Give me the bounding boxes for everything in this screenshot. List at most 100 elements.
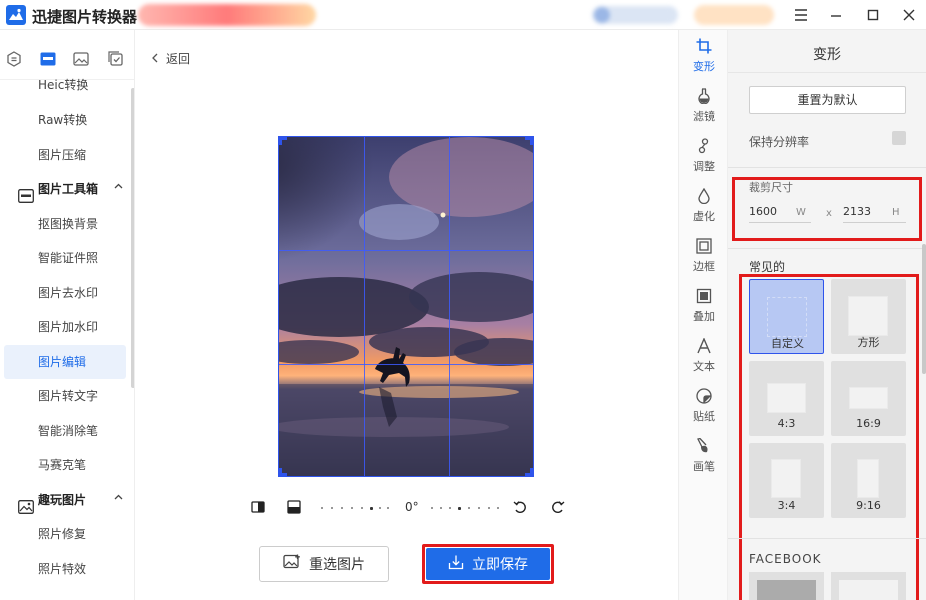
download-icon bbox=[448, 554, 464, 574]
crop-grid-line bbox=[449, 137, 450, 476]
reselect-image-button[interactable]: 重选图片 bbox=[259, 546, 389, 582]
tool-blur[interactable]: 虚化 bbox=[679, 187, 729, 232]
keep-resolution-checkbox[interactable] bbox=[892, 131, 906, 145]
crop-width-input[interactable]: 1600 bbox=[749, 205, 777, 218]
reset-default-button[interactable]: 重置为默认 bbox=[749, 86, 906, 114]
tool-brush[interactable]: 画笔 bbox=[679, 437, 729, 482]
sidebar-item-remove-watermark[interactable]: 图片去水印 bbox=[4, 276, 126, 310]
crop-grid-line bbox=[364, 137, 365, 476]
preset-custom[interactable]: 自定义 bbox=[749, 279, 824, 354]
convert-tab-icon[interactable] bbox=[6, 51, 22, 67]
sidebar-item-ocr[interactable]: 图片转文字 bbox=[4, 379, 126, 413]
preset-3-4[interactable]: 3:4 bbox=[749, 443, 824, 518]
image-tab-icon[interactable] bbox=[73, 51, 89, 67]
preset-9-16[interactable]: 9:16 bbox=[831, 443, 906, 518]
batch-tab-icon[interactable] bbox=[108, 51, 124, 67]
filter-flask-icon bbox=[696, 88, 712, 105]
chevron-up-icon bbox=[114, 483, 123, 517]
crop-canvas[interactable] bbox=[278, 136, 534, 477]
photo-image bbox=[279, 137, 533, 476]
save-label: 立即保存 bbox=[472, 557, 528, 573]
tool-sticker[interactable]: 贴纸 bbox=[679, 388, 729, 432]
brush-icon bbox=[696, 437, 712, 454]
save-now-button[interactable]: 立即保存 bbox=[426, 548, 550, 580]
preset-16-9[interactable]: 16:9 bbox=[831, 361, 906, 436]
preset-shape bbox=[757, 580, 816, 600]
crop-handle-bottom-right[interactable] bbox=[525, 468, 533, 476]
close-icon[interactable] bbox=[898, 4, 920, 26]
height-underline bbox=[843, 222, 906, 223]
vip-badge[interactable] bbox=[694, 5, 774, 25]
crop-handle-bottom-left[interactable] bbox=[279, 468, 287, 476]
panel-separator bbox=[728, 167, 926, 168]
tool-filter[interactable]: 滤镜 bbox=[679, 88, 729, 132]
promo-banner[interactable] bbox=[138, 4, 316, 26]
sidebar-item-image-edit[interactable]: 图片编辑 bbox=[4, 345, 126, 379]
tool-adjust[interactable]: 调整 bbox=[679, 138, 729, 182]
crop-grid-line bbox=[279, 250, 533, 251]
tool-transform[interactable]: 变形 bbox=[679, 38, 729, 82]
preset-square[interactable]: 方形 bbox=[831, 279, 906, 354]
transform-panel: 变形 重置为默认 保持分辨率 裁剪尺寸 1600 W x 2133 H 常见的 … bbox=[728, 30, 926, 600]
crop-handle-top-right[interactable] bbox=[525, 137, 533, 145]
frame-icon bbox=[696, 238, 712, 254]
reselect-label: 重选图片 bbox=[309, 557, 365, 573]
text-icon bbox=[696, 337, 712, 354]
sidebar-group-fun[interactable]: 趣玩图片 bbox=[0, 483, 134, 517]
sidebar-item-add-watermark[interactable]: 图片加水印 bbox=[4, 310, 126, 344]
height-unit: H bbox=[892, 207, 900, 218]
sidebar-group-label: 图片工具箱 bbox=[38, 182, 99, 196]
fun-image-icon bbox=[18, 493, 34, 514]
adjust-icon bbox=[696, 138, 712, 154]
tool-frame[interactable]: 边框 bbox=[679, 238, 729, 282]
user-account[interactable] bbox=[592, 6, 678, 24]
preset-shape bbox=[767, 383, 806, 413]
flip-horizontal-icon[interactable] bbox=[251, 500, 265, 514]
rotate-right-icon[interactable] bbox=[551, 500, 565, 514]
common-presets-label: 常见的 bbox=[749, 260, 786, 274]
maximize-icon[interactable] bbox=[862, 4, 884, 26]
rotate-slider-left[interactable] bbox=[321, 506, 391, 510]
sidebar-item-mosaic[interactable]: 马赛克笔 bbox=[4, 448, 126, 482]
crop-grid-line bbox=[279, 364, 533, 365]
dimension-times: x bbox=[826, 208, 832, 219]
chevron-left-icon bbox=[151, 52, 158, 66]
sidebar-item-photo-effects[interactable]: 照片特效 bbox=[4, 552, 126, 586]
rotate-slider-right[interactable] bbox=[431, 506, 501, 510]
back-label: 返回 bbox=[166, 52, 191, 66]
tool-overlay[interactable]: 叠加 bbox=[679, 288, 729, 332]
preset-shape bbox=[839, 580, 898, 600]
rotate-left-icon[interactable] bbox=[513, 500, 527, 514]
crop-handle-top-left[interactable] bbox=[279, 137, 287, 145]
panel-scrollbar[interactable] bbox=[922, 244, 926, 374]
sidebar-group-toolbox[interactable]: 图片工具箱 bbox=[0, 172, 134, 206]
sidebar-item-compress[interactable]: 图片压缩 bbox=[4, 138, 126, 172]
preset-shape bbox=[848, 296, 888, 336]
tool-text[interactable]: 文本 bbox=[679, 337, 729, 382]
width-unit: W bbox=[796, 207, 806, 218]
title-bar: 迅捷图片转换器 bbox=[0, 0, 926, 30]
flip-vertical-icon[interactable] bbox=[287, 500, 301, 514]
preset-facebook-cover[interactable] bbox=[749, 572, 824, 600]
transform-toolbar: 0° bbox=[249, 498, 569, 518]
sidebar-item-photo-repair[interactable]: 照片修复 bbox=[4, 517, 126, 551]
sidebar-item-raw[interactable]: Raw转换 bbox=[4, 103, 126, 137]
minimize-icon[interactable] bbox=[825, 4, 847, 26]
back-button[interactable]: 返回 bbox=[151, 50, 190, 67]
sidebar-item-id-photo[interactable]: 智能证件照 bbox=[4, 241, 126, 275]
app-logo-icon bbox=[6, 5, 26, 25]
sidebar-item-eraser[interactable]: 智能消除笔 bbox=[4, 414, 126, 448]
panel-separator bbox=[728, 248, 926, 249]
crop-height-input[interactable]: 2133 bbox=[843, 205, 871, 218]
toolbox-tab-icon[interactable] bbox=[40, 51, 56, 67]
width-underline bbox=[749, 222, 811, 223]
menu-icon[interactable] bbox=[790, 4, 812, 26]
sidebar: Heic转换 Raw转换 图片压缩 图片工具箱 抠图换背景 智能证件照 图片去水… bbox=[0, 30, 135, 600]
panel-divider bbox=[728, 72, 926, 73]
preset-4-3[interactable]: 4:3 bbox=[749, 361, 824, 436]
chevron-up-icon bbox=[114, 172, 123, 206]
sidebar-item-heic[interactable]: Heic转换 bbox=[4, 68, 126, 102]
keep-resolution-label: 保持分辨率 bbox=[749, 135, 810, 149]
sidebar-item-cutout[interactable]: 抠图换背景 bbox=[4, 207, 126, 241]
preset-facebook-post[interactable] bbox=[831, 572, 906, 600]
